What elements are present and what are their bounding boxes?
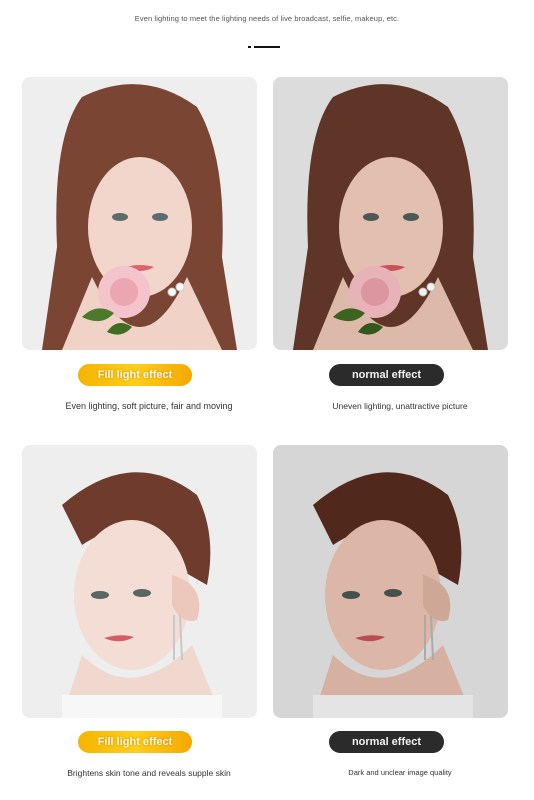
normal-effect-badge-2: normal effect [329, 731, 444, 753]
portrait-photo-normal-2 [273, 445, 508, 718]
normal-effect-caption: Uneven lighting, unattractive picture [332, 401, 468, 411]
fill-light-caption: Even lighting, soft picture, fair and mo… [65, 401, 233, 411]
normal-effect-caption-2: Dark and unclear image quality [348, 768, 452, 777]
fill-light-effect-badge: Fill light effect [78, 364, 192, 386]
page-subtitle: Even lighting to meet the lighting needs… [134, 14, 400, 23]
normal-effect-badge: normal effect [329, 364, 444, 386]
portrait-photo-normal-1 [273, 77, 508, 350]
portrait-photo-fill-light-1 [22, 77, 257, 350]
portrait-photo-fill-light-2 [22, 445, 257, 718]
section-divider [248, 46, 280, 48]
fill-light-caption-2: Brightens skin tone and reveals supple s… [67, 768, 231, 778]
fill-light-effect-badge-2: Fill light effect [78, 731, 192, 753]
